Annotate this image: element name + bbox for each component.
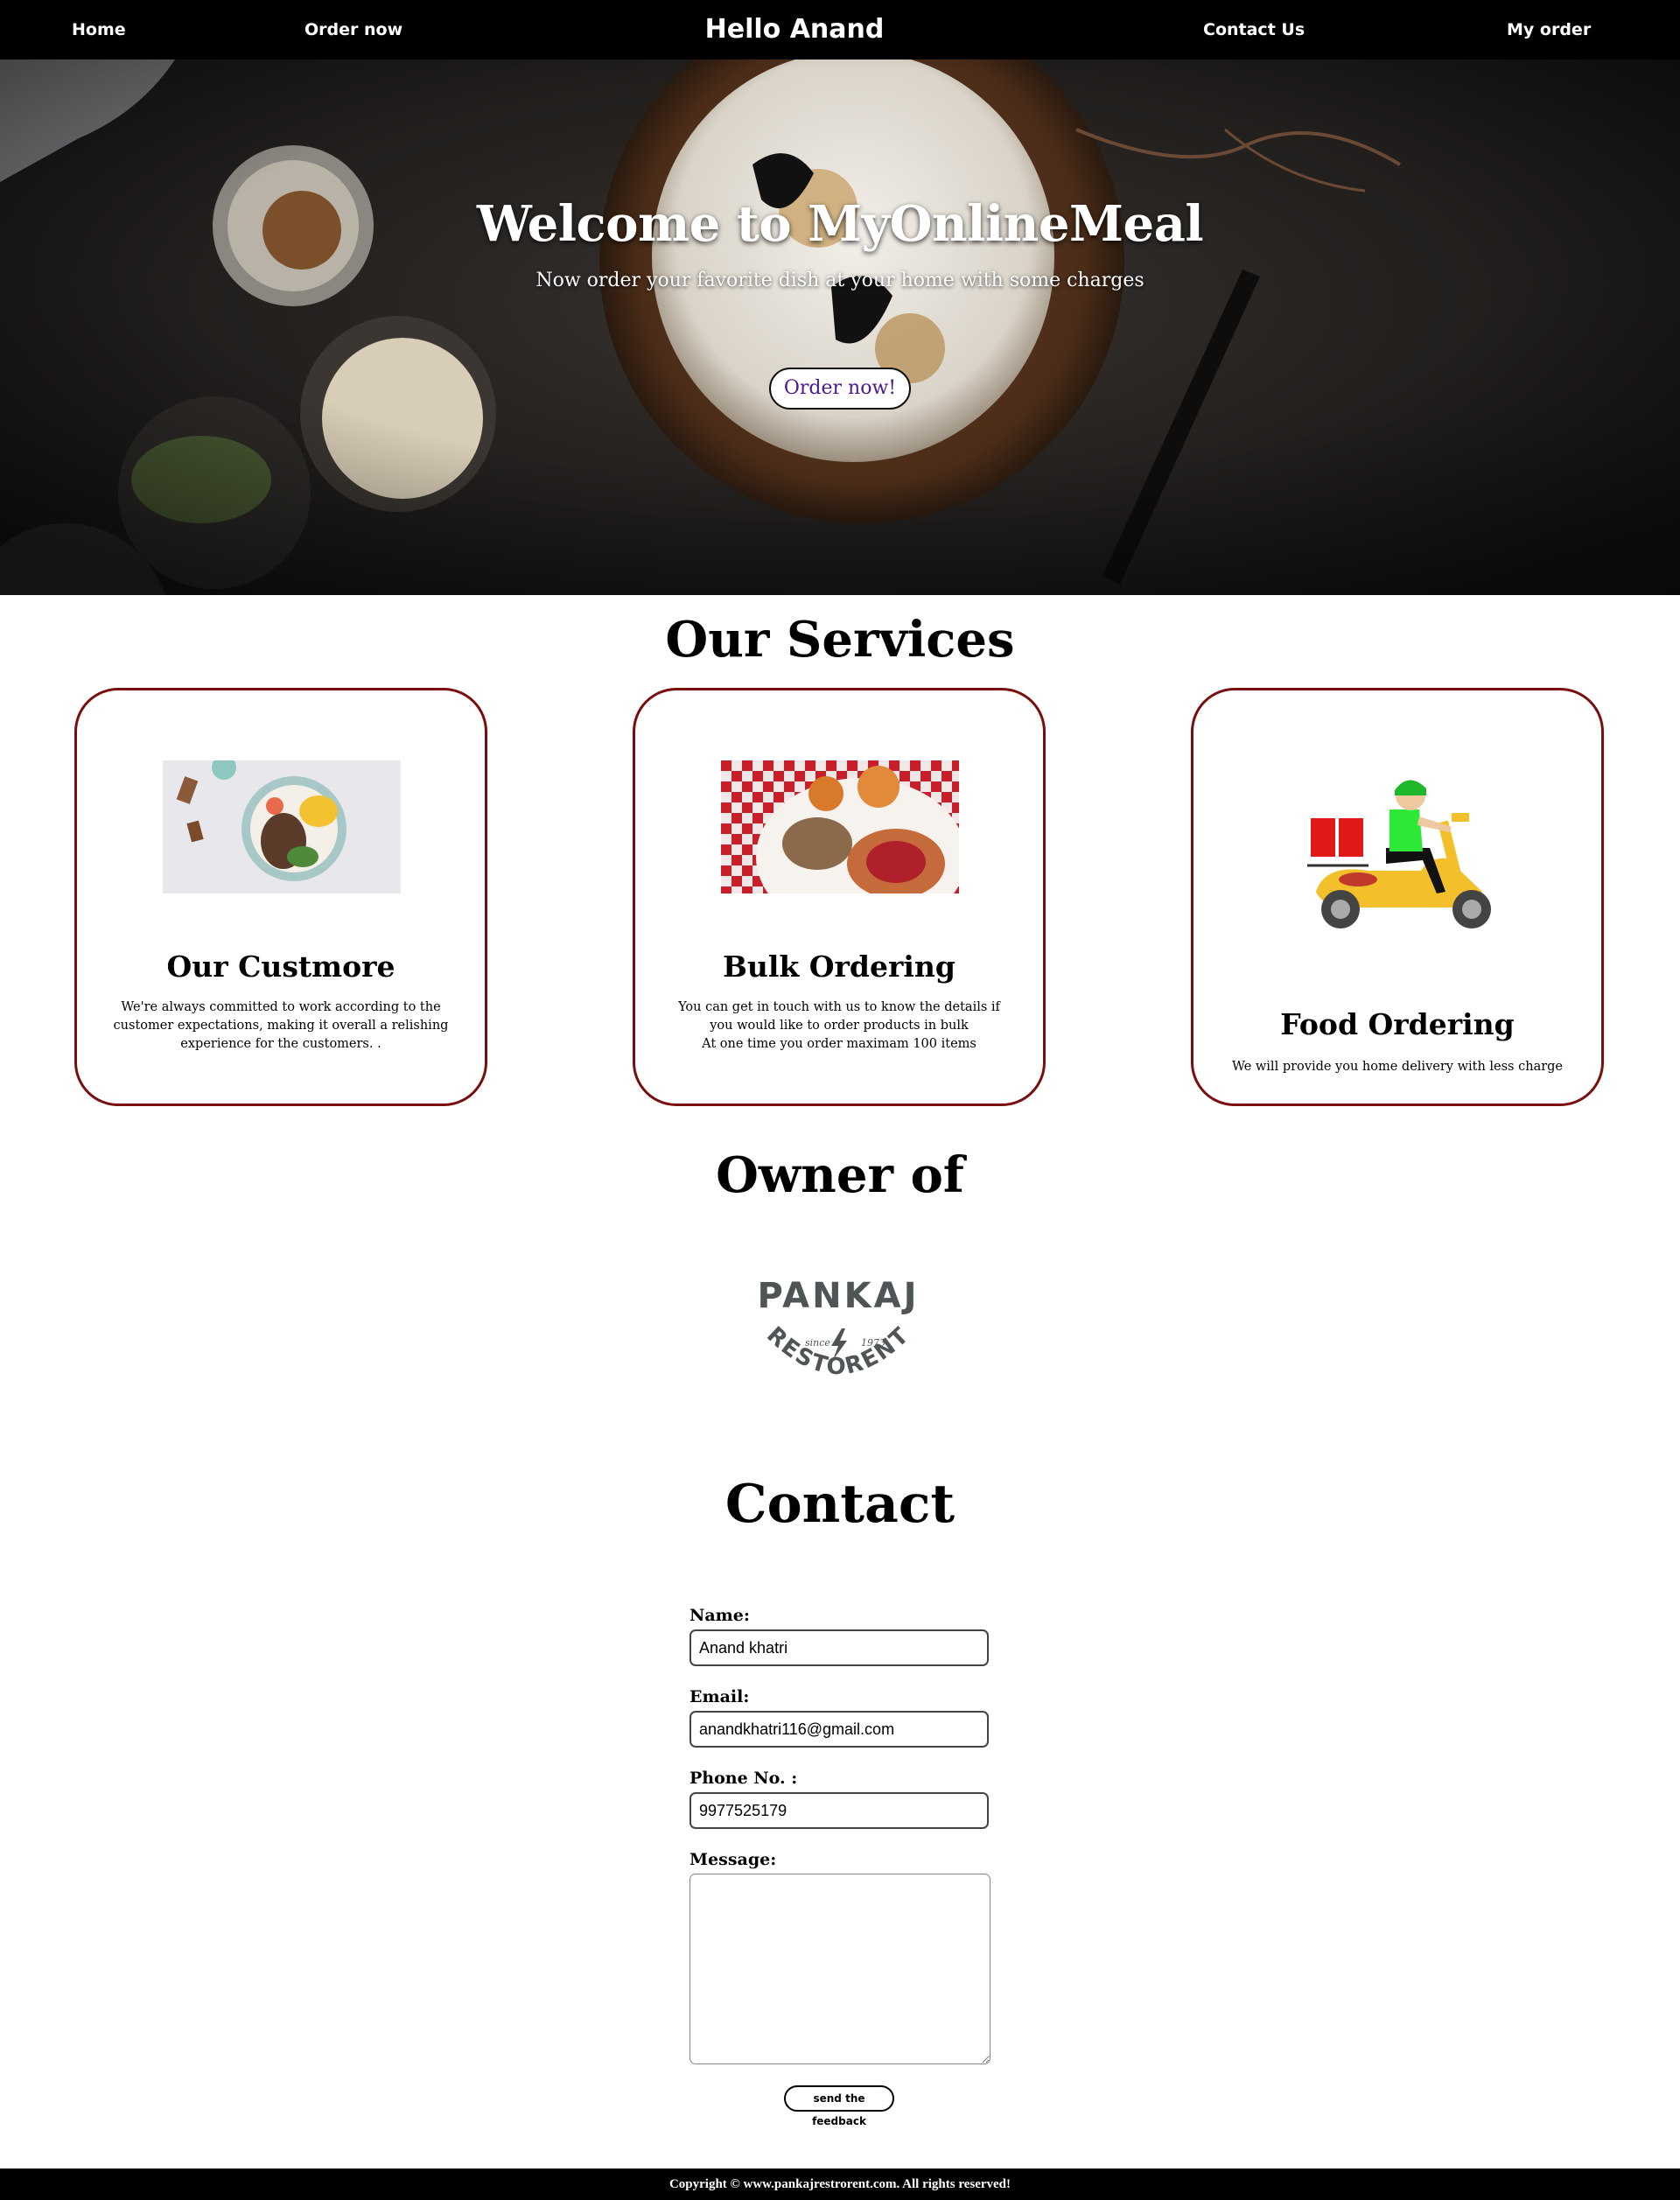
card-description: You can get in touch with us to know the… xyxy=(670,998,1008,1054)
logo-emblem: since 1973 RESTORENT xyxy=(761,1322,913,1381)
send-feedback-button[interactable]: send the feedback xyxy=(784,2085,894,2127)
card-title: Bulk Ordering xyxy=(723,949,956,984)
nav-greeting: Hello Anand xyxy=(704,14,885,45)
email-label: Email: xyxy=(690,1687,750,1706)
hero-banner: Welcome to MyOnlineMeal Now order your f… xyxy=(0,60,1680,595)
nav-my-order-link[interactable]: My order xyxy=(1507,0,1591,60)
phone-label: Phone No. : xyxy=(690,1769,798,1788)
footer: Copyright © www.pankajrestrorent.com. Al… xyxy=(0,2168,1680,2200)
salad-bowl-photo xyxy=(163,760,401,893)
message-label: Message: xyxy=(690,1850,777,1869)
hero-title: Welcome to MyOnlineMeal xyxy=(476,195,1204,253)
card-description-line: You can get in touch with us to know the… xyxy=(678,1000,1000,1033)
copyright-text: Copyright © www.pankajrestrorent.com. Al… xyxy=(668,2177,1012,2191)
phone-input[interactable] xyxy=(690,1792,989,1829)
card-title: Our Custmore xyxy=(166,949,396,984)
service-card-customer: Our Custmore We're always committed to w… xyxy=(74,688,487,1106)
email-input[interactable] xyxy=(690,1711,989,1748)
nav-contact-us-link[interactable]: Contact Us xyxy=(1203,0,1305,60)
order-now-button[interactable]: Order now! xyxy=(769,368,911,410)
name-input[interactable] xyxy=(690,1629,989,1666)
pankaj-restorent-logo: PANKAJ since 1973 RESTORENT xyxy=(751,1269,926,1400)
service-card-food-ordering: Food Ordering We will provide you home d… xyxy=(1191,688,1604,1106)
card-description-line: At one time you order maximam 100 items xyxy=(702,1037,976,1051)
service-card-bulk-ordering: Bulk Ordering You can get in touch with … xyxy=(633,688,1046,1106)
top-navbar: Home Order now Hello Anand Contact Us My… xyxy=(0,0,1680,60)
breakfast-plate-photo xyxy=(721,760,959,893)
card-title: Food Ordering xyxy=(1280,1007,1515,1041)
services-title: Our Services xyxy=(665,611,1015,669)
name-label: Name: xyxy=(690,1606,750,1625)
contact-title: Contact xyxy=(724,1474,956,1535)
message-textarea[interactable] xyxy=(690,1874,990,2064)
delivery-scooter-illustration xyxy=(1307,780,1491,928)
hero-subtitle: Now order your favorite dish at your hom… xyxy=(536,270,1144,291)
card-description: We will provide you home delivery with l… xyxy=(1231,1060,1564,1074)
card-description: We're always committed to work according… xyxy=(113,1000,449,1051)
owner-title: Owner of xyxy=(716,1146,964,1204)
hero-background-photo xyxy=(0,60,1680,595)
